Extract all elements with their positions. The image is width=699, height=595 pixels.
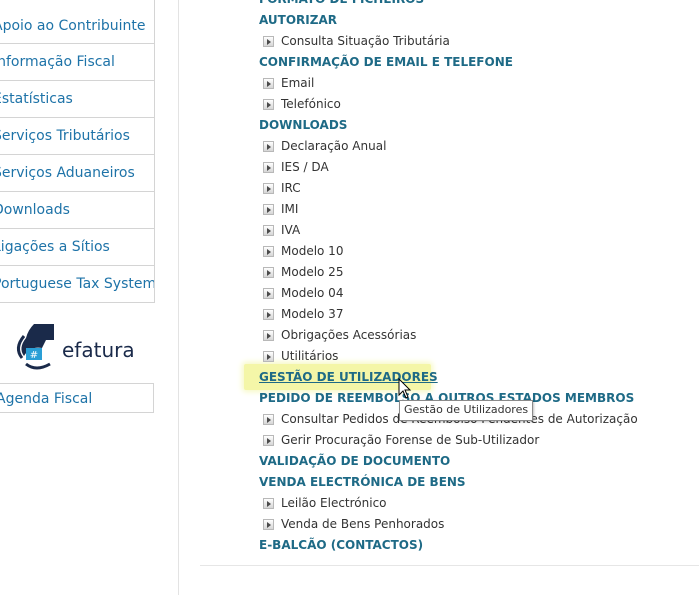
- svg-text:#: #: [30, 350, 38, 361]
- sidebar-item-downloads[interactable]: Downloads: [0, 192, 154, 229]
- arrow-icon: [263, 99, 274, 110]
- list-item[interactable]: IRC: [263, 178, 301, 199]
- arrow-icon: [263, 498, 274, 509]
- column-divider: [178, 0, 179, 595]
- list-item[interactable]: Obrigações Acessórias: [263, 325, 417, 346]
- arrow-icon: [263, 351, 274, 362]
- list-item[interactable]: Utilitários: [263, 346, 339, 367]
- list-item[interactable]: Gerir Procuração Forense de Sub-Utilizad…: [263, 430, 540, 451]
- list-item-label: Declaração Anual: [281, 139, 387, 153]
- sidebar-item-estatisticas[interactable]: Estatísticas: [0, 81, 154, 118]
- sidebar-item-agenda[interactable]: Agenda Fiscal: [0, 383, 154, 413]
- arrow-icon: [263, 183, 274, 194]
- list-item-label: Consulta Situação Tributária: [281, 34, 450, 48]
- arrow-icon: [263, 36, 274, 47]
- category-confirmacao[interactable]: CONFIRMAÇÃO DE EMAIL E TELEFONE: [259, 52, 513, 73]
- arrow-icon: [263, 435, 274, 446]
- list-item[interactable]: Modelo 10: [263, 241, 344, 262]
- list-item-label: IRC: [281, 181, 301, 195]
- list-item-label: Leilão Electrónico: [281, 496, 387, 510]
- list-item-label: Modelo 25: [281, 265, 344, 279]
- list-item[interactable]: IMI: [263, 199, 299, 220]
- list-item-label: IES / DA: [281, 160, 329, 174]
- category-formato[interactable]: FORMATO DE FICHEIROS: [259, 0, 424, 10]
- footer-divider: [200, 565, 699, 566]
- category-validacao[interactable]: VALIDAÇÃO DE DOCUMENTO: [259, 451, 450, 472]
- list-item-label: Utilitários: [281, 349, 339, 363]
- sidebar-item-apoio[interactable]: Apoio ao Contribuinte: [0, 0, 154, 44]
- tooltip: Gestão de Utilizadores: [399, 400, 534, 421]
- category-ebalcao[interactable]: E-BALCÃO (CONTACTOS): [259, 535, 423, 556]
- arrow-icon: [263, 288, 274, 299]
- efatura-logo[interactable]: # efatura: [12, 318, 135, 372]
- category-venda-bens[interactable]: VENDA ELECTRÓNICA DE BENS: [259, 472, 466, 493]
- list-item[interactable]: Email: [263, 73, 315, 94]
- list-item[interactable]: IES / DA: [263, 157, 329, 178]
- arrow-icon: [263, 519, 274, 530]
- list-item[interactable]: Leilão Electrónico: [263, 493, 387, 514]
- arrow-icon: [263, 246, 274, 257]
- sidebar-menu: Apoio ao Contribuinte Informação Fiscal …: [0, 0, 155, 303]
- arrow-icon: [263, 162, 274, 173]
- category-autorizar[interactable]: AUTORIZAR: [259, 10, 337, 31]
- sidebar-item-informacao[interactable]: Informação Fiscal: [0, 44, 154, 81]
- list-item-label: Venda de Bens Penhorados: [281, 517, 445, 531]
- list-item-label: Telefónico: [281, 97, 341, 111]
- arrow-icon: [263, 414, 274, 425]
- list-item[interactable]: Modelo 37: [263, 304, 344, 325]
- arrow-icon: [263, 204, 274, 215]
- arrow-icon: [263, 225, 274, 236]
- list-item-label: Gerir Procuração Forense de Sub-Utilizad…: [281, 433, 540, 447]
- list-item[interactable]: Modelo 04: [263, 283, 344, 304]
- list-item-label: Email: [281, 76, 315, 90]
- arrow-icon: [263, 78, 274, 89]
- sidebar-item-servicos-tributarios[interactable]: Serviços Tributários: [0, 118, 154, 155]
- list-item[interactable]: Venda de Bens Penhorados: [263, 514, 445, 535]
- sidebar-item-servicos-aduaneiros[interactable]: Serviços Aduaneiros: [0, 155, 154, 192]
- arrow-icon: [263, 330, 274, 341]
- sidebar-item-portuguese-tax[interactable]: Portuguese Tax System: [0, 266, 154, 303]
- list-item[interactable]: Modelo 25: [263, 262, 344, 283]
- list-item-label: Modelo 37: [281, 307, 344, 321]
- mouse-cursor-icon: [398, 378, 412, 399]
- list-item[interactable]: Telefónico: [263, 94, 341, 115]
- list-item[interactable]: IVA: [263, 220, 301, 241]
- arrow-icon: [263, 141, 274, 152]
- list-item-label: IMI: [281, 202, 299, 216]
- list-item-label: IVA: [281, 223, 301, 237]
- list-item-label: Obrigações Acessórias: [281, 328, 417, 342]
- arrow-icon: [263, 309, 274, 320]
- list-item-label: Modelo 04: [281, 286, 344, 300]
- list-item[interactable]: Consulta Situação Tributária: [263, 31, 450, 52]
- list-item-label: Modelo 10: [281, 244, 344, 258]
- arrow-icon: [263, 267, 274, 278]
- sidebar-item-ligacoes[interactable]: Ligações a Sítios: [0, 229, 154, 266]
- efatura-logo-text: efatura: [62, 338, 135, 362]
- list-item[interactable]: Declaração Anual: [263, 136, 387, 157]
- category-downloads[interactable]: DOWNLOADS: [259, 115, 347, 136]
